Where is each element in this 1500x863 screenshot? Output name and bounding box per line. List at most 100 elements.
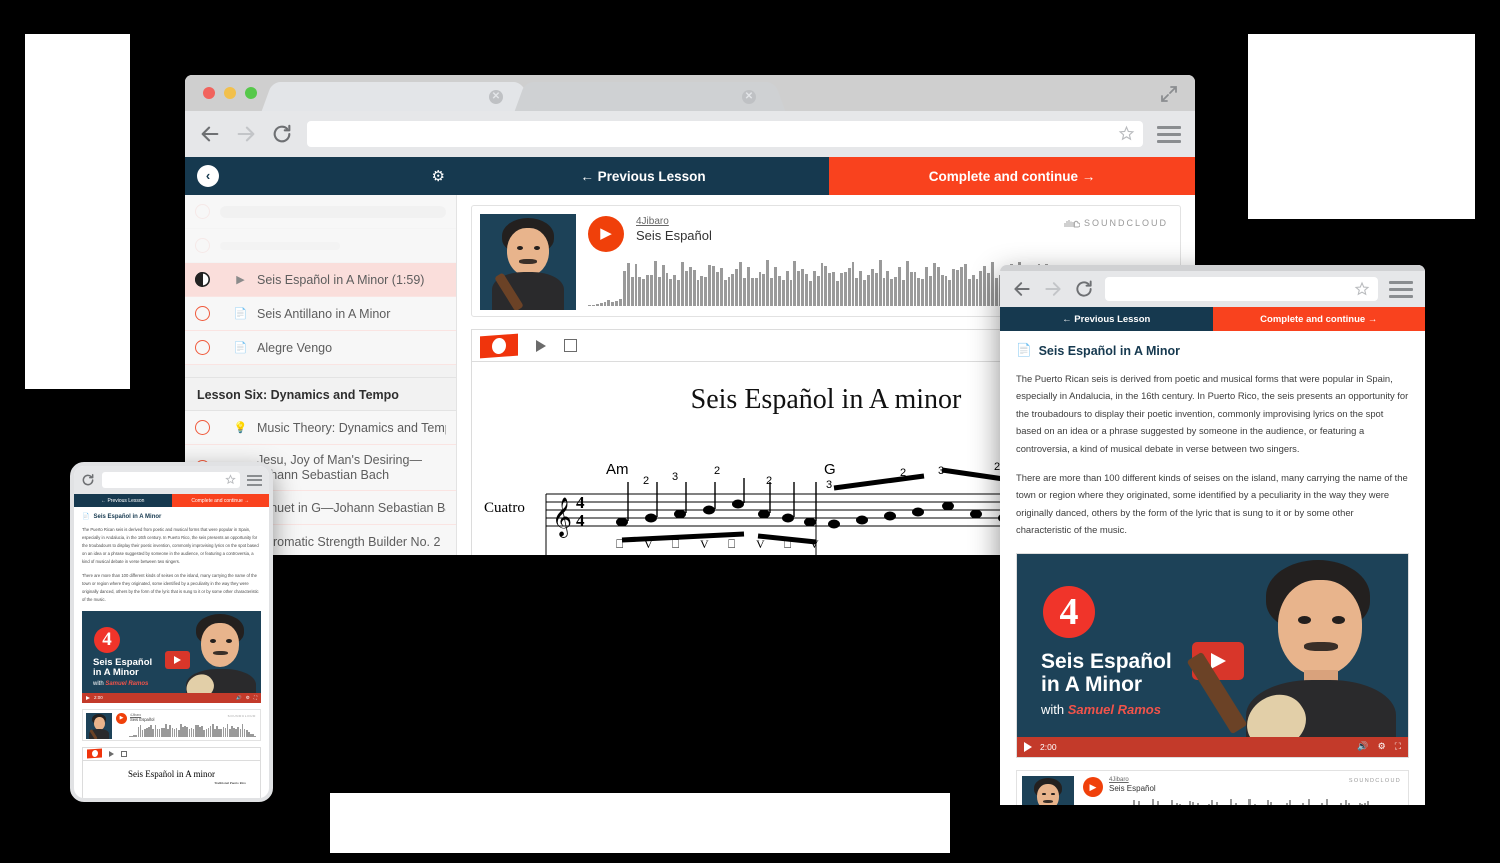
document-icon: 📄: [82, 514, 90, 520]
settings-gear-icon[interactable]: ⚙: [246, 695, 250, 701]
bookmark-star-icon[interactable]: [1118, 125, 1135, 142]
bookmark-star-icon[interactable]: [225, 474, 236, 485]
soundcloud-waveform[interactable]: [129, 722, 257, 737]
sidebar-item-dynamics-tempo[interactable]: 💡 Music Theory: Dynamics and Tempo: [185, 411, 456, 445]
soundcloud-artwork: [1022, 775, 1074, 805]
course-app-header: ‹ ⚙ ← Previous Lesson Complete and conti…: [185, 157, 1195, 195]
complete-continue-button[interactable]: Complete and continue →: [1212, 307, 1425, 331]
close-icon[interactable]: ✕: [742, 90, 756, 104]
hamburger-menu-icon[interactable]: [247, 472, 262, 488]
play-icon[interactable]: ▶: [1083, 776, 1103, 797]
stop-icon[interactable]: [564, 339, 577, 352]
progress-circle-icon: [195, 340, 210, 355]
hamburger-menu-icon[interactable]: [1389, 277, 1413, 302]
svg-text:T: T: [550, 553, 558, 555]
section-gap: [185, 365, 456, 377]
expand-icon[interactable]: [1159, 84, 1179, 104]
instructor-name: Samuel Ramos: [1067, 701, 1161, 717]
sheet-music-toolbar: [83, 748, 260, 761]
complete-continue-button[interactable]: Complete and continue →: [829, 157, 1195, 195]
video-title: Seis Español in A Minor: [93, 657, 152, 679]
back-button[interactable]: ‹: [197, 165, 219, 187]
minimize-window-button[interactable]: [224, 87, 236, 99]
video-controls[interactable]: 2:00 🔊 ⚙ ⛶: [1017, 736, 1408, 757]
sidebar-item-seis-espanol[interactable]: ▶ Seis Español in A Minor (1:59): [185, 263, 456, 297]
reload-icon[interactable]: [271, 123, 293, 145]
soundcloud-player[interactable]: ▶ 4Jibaro Seis Español SOUNDCLOUD: [1016, 769, 1409, 805]
video-icon: ▶: [236, 274, 245, 286]
play-icon[interactable]: [1024, 741, 1032, 752]
opera-logo-icon: [87, 748, 102, 759]
with-label: with: [93, 680, 106, 687]
svg-text:3: 3: [672, 471, 678, 483]
fullscreen-icon[interactable]: ⛶: [254, 695, 257, 701]
soundcloud-track-title: Seis Español: [636, 228, 712, 243]
hamburger-menu-icon[interactable]: [1157, 122, 1181, 147]
video-player[interactable]: 4 Seis Español in A Minor with Samuel Ra…: [82, 610, 261, 703]
soundcloud-user-link[interactable]: 4Jibaro: [636, 216, 669, 227]
volume-icon[interactable]: 🔊: [236, 695, 242, 701]
video-title-line2: in A Minor: [93, 667, 139, 679]
play-icon[interactable]: [536, 339, 546, 352]
maximize-window-button[interactable]: [245, 87, 257, 99]
sidebar-item-label: Chromatic Strength Builder No. 2: [257, 534, 441, 549]
fullscreen-icon[interactable]: ⛶: [1395, 741, 1401, 752]
reload-icon[interactable]: [81, 473, 95, 487]
stop-icon[interactable]: [121, 750, 127, 757]
mobile-browser-window: ← Previous Lesson Complete and continue …: [70, 462, 273, 802]
soundcloud-brand-label: SOUNDCLOUD: [1083, 218, 1168, 228]
browser-tab-1[interactable]: ✕: [277, 82, 517, 111]
bookmark-star-icon[interactable]: [1354, 281, 1370, 297]
sidebar-item-seis-antillano[interactable]: 📄 Seis Antillano in A Minor: [185, 297, 456, 331]
soundcloud-user-link[interactable]: 4Jibaro: [130, 713, 141, 717]
back-arrow-icon[interactable]: [1012, 279, 1032, 299]
progress-circle-icon: [195, 306, 210, 321]
url-input[interactable]: [307, 121, 1018, 147]
volume-icon[interactable]: 🔊: [1357, 741, 1368, 752]
video-controls[interactable]: 2:00 🔊 ⚙ ⛶: [82, 692, 261, 703]
screenshot-stage: ✕ ✕ ‹ ⚙ ← Previous Lesson Complete and c…: [0, 0, 1500, 863]
soundcloud-player[interactable]: ▶ 4Jibaro Seis Español SOUNDCLOUD: [82, 708, 261, 741]
svg-text:⎕: ⎕: [784, 537, 791, 551]
soundcloud-user-link[interactable]: 4Jibaro: [1109, 777, 1129, 783]
play-icon[interactable]: ▶: [116, 712, 127, 724]
bulb-icon: 💡: [233, 422, 248, 434]
complete-continue-button[interactable]: Complete and continue →: [171, 494, 269, 507]
window-controls[interactable]: [203, 87, 257, 99]
previous-lesson-button[interactable]: ← Previous Lesson: [457, 157, 829, 195]
video-controls-right[interactable]: 🔊 ⚙ ⛶: [1357, 741, 1401, 752]
browser-tab-2[interactable]: ✕: [530, 82, 770, 111]
settings-gear-icon[interactable]: ⚙: [1378, 741, 1386, 752]
video-controls-right[interactable]: 🔊 ⚙ ⛶: [236, 695, 257, 701]
url-bar[interactable]: [307, 121, 1143, 147]
video-player[interactable]: 4 Seis Español in A Minor with Samuel Ra…: [1016, 552, 1409, 758]
lesson-title-row: 📄 Seis Español in A Minor: [1016, 343, 1409, 358]
video-time: 2:00: [1040, 741, 1057, 752]
previous-lesson-button[interactable]: ← Previous Lesson: [74, 494, 172, 507]
svg-text:4: 4: [576, 511, 585, 530]
instructor-illustration: [1186, 558, 1408, 757]
sidebar-item-alegre-vengo[interactable]: 📄 Alegre Vengo: [185, 331, 456, 365]
soundcloud-body: ▶ 4Jibaro Seis Español SOUNDCLOUD: [116, 712, 257, 737]
lesson-title-row: 📄 Seis Español in A Minor: [82, 513, 261, 521]
reload-icon[interactable]: [1074, 279, 1094, 299]
play-icon[interactable]: [109, 750, 114, 757]
bg-block-left: [25, 34, 130, 389]
sheet-music-subtitle: Traditional Puerto Rico: [214, 780, 246, 785]
play-icon[interactable]: [86, 695, 90, 700]
forward-arrow-icon[interactable]: [1043, 279, 1063, 299]
back-arrow-icon[interactable]: [199, 123, 221, 145]
close-icon[interactable]: ✕: [489, 90, 503, 104]
soundcloud-track-title: Seis Español: [1109, 783, 1156, 793]
soundcloud-waveform[interactable]: [1106, 797, 1401, 805]
soundcloud-brand-label: SOUNDCLOUD: [1348, 777, 1401, 784]
sidebar-item-label: Jesu, Joy of Man's Desiring—Johann Sebas…: [257, 452, 422, 482]
url-bar[interactable]: [102, 472, 240, 488]
play-icon[interactable]: ▶: [588, 216, 624, 252]
sheet-music-viewer[interactable]: Seis Español in A minor Traditional Puer…: [82, 746, 261, 798]
gear-icon[interactable]: ⚙: [432, 167, 445, 185]
forward-arrow-icon[interactable]: [235, 123, 257, 145]
previous-lesson-button[interactable]: ← Previous Lesson: [1000, 307, 1213, 331]
url-bar[interactable]: [1105, 277, 1378, 301]
close-window-button[interactable]: [203, 87, 215, 99]
